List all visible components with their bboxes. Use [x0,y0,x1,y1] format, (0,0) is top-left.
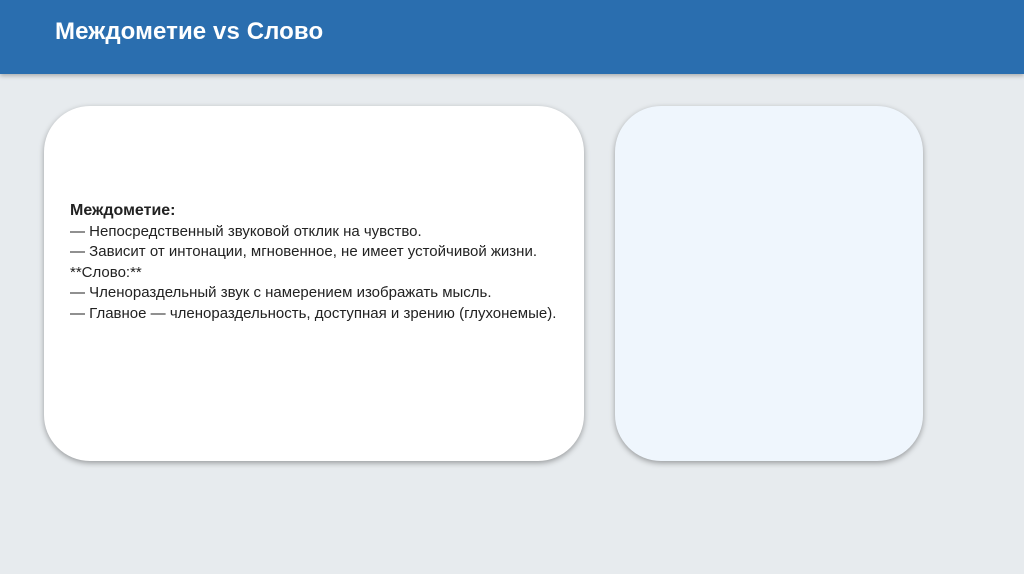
card-line: **Слово:** [70,263,142,281]
card-line: — Зависит от интонации, мгновенное, не и… [70,243,538,260]
header-bar: Междометие vs Слово [0,0,1024,74]
card-text: Междометие: — Непосредственный звуковой … [70,201,558,324]
slide-title: Междометие vs Слово [55,18,324,45]
right-empty-card [615,106,923,461]
card-line: — Главное — членораздельность, доступная… [70,304,557,322]
card-line: — Членораздельный звук с намерением изоб… [70,284,492,301]
card-heading: Междометие: [70,202,176,219]
left-content-card: Междометие: — Непосредственный звуковой … [44,106,584,461]
card-line: — Непосредственный звуковой отклик на чу… [70,222,422,240]
